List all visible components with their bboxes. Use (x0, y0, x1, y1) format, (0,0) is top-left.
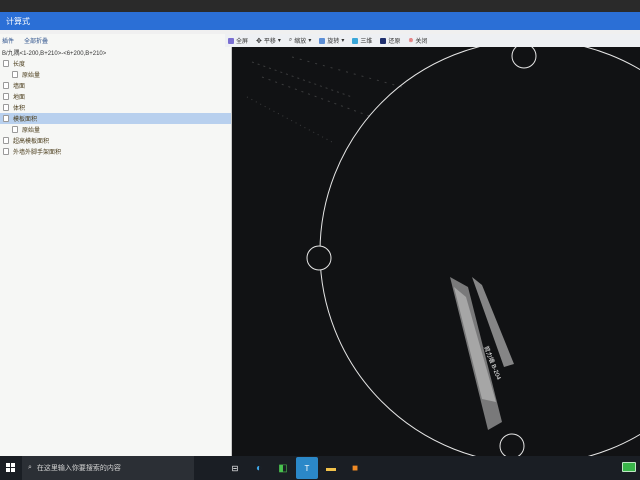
file-explorer-button[interactable]: ▬ (320, 457, 342, 479)
rotate-icon (319, 37, 326, 44)
windows-icon (6, 463, 15, 472)
app-button-t[interactable]: T (296, 457, 318, 479)
document-icon (3, 115, 9, 122)
app-button-green[interactable]: ◧ (272, 457, 294, 479)
tree-item[interactable]: 体积 (0, 102, 231, 113)
taskbar: ⌕ 在这里输入你要搜索的内容 ⊟ ◐ ◧ T ▬ ■ (0, 456, 640, 480)
tree-item[interactable]: 外墙外脚手架面积 (0, 146, 231, 157)
restore-icon (380, 37, 387, 44)
folder-icon: ▬ (326, 462, 336, 474)
pan-button[interactable]: ✥ 平移 ▾ (256, 36, 281, 46)
tree-item[interactable]: 墙面 (0, 80, 231, 91)
document-icon (3, 148, 9, 155)
tree-toolbar: 插件 全部折叠 (0, 34, 231, 46)
tree-item-label: 模板面积 (13, 117, 38, 123)
grip-left[interactable] (306, 245, 332, 271)
document-icon (12, 71, 18, 78)
chevron-down-icon: ▾ (308, 38, 312, 44)
tree-item-label: 原始量 (22, 128, 41, 134)
tree-item-label: 超高模板面积 (13, 139, 50, 145)
tray-indicator-icon[interactable] (622, 462, 636, 472)
screen-glare (246, 56, 403, 143)
view-toolbar: 全屏 ✥ 平移 ▾ ⌕ 缩放 ▾ 旋转 ▾ 三维 还原 ⊗ 关闭 (225, 34, 640, 47)
tree-item-label: 外墙外脚手架面积 (13, 150, 62, 156)
task-view-button[interactable]: ⊟ (224, 457, 246, 479)
fullscreen-button[interactable]: 全屏 (228, 36, 248, 45)
canvas-svg: 剪力墙 B-204 (246, 47, 640, 456)
chevron-down-icon: ▾ (277, 38, 281, 44)
tree-item-label: 墙面 (13, 84, 26, 90)
document-icon (12, 126, 18, 133)
tree-item[interactable]: 模板面积 (0, 113, 231, 124)
tree-item-label: 长度 (13, 62, 26, 68)
window-titlebar: 计算式 (0, 12, 640, 30)
tree-item-label: 地面 (13, 95, 26, 101)
screen: 计算式 插件 全部折叠 B/九隅<1-200,B+210>-<6+200,B+2… (0, 0, 640, 480)
document-icon (3, 104, 9, 111)
tree-item[interactable]: 地面 (0, 91, 231, 102)
restore-button[interactable]: 还原 (380, 36, 400, 45)
tree-pane: 插件 全部折叠 B/九隅<1-200,B+210>-<6+200,B+210> … (0, 34, 232, 456)
move-icon: ✥ (256, 37, 262, 45)
grip-top[interactable] (511, 47, 537, 69)
start-button[interactable] (0, 456, 22, 480)
app-icon-orange: ■ (351, 462, 359, 474)
tree-item-label: 体积 (13, 106, 26, 112)
formula-text: B/九隅<1-200,B+210>-<6+200,B+210> (2, 51, 107, 57)
tree-item[interactable]: 长度 (0, 58, 231, 69)
document-icon (3, 93, 9, 100)
close-button[interactable]: ⊗ 关闭 (408, 36, 427, 45)
app-icon-green: ◧ (278, 462, 288, 474)
task-view-icon: ⊟ (231, 463, 239, 473)
document-icon (3, 60, 9, 67)
collapse-all-button[interactable]: 全部折叠 (24, 36, 48, 45)
document-icon (3, 137, 9, 144)
chevron-down-icon: ▾ (341, 38, 345, 44)
search-icon: ⌕ (28, 464, 32, 471)
taskbar-search[interactable]: ⌕ 在这里输入你要搜索的内容 (22, 456, 194, 480)
edge-icon: ◐ (255, 462, 263, 474)
zoom-button[interactable]: ⌕ 缩放 ▾ (289, 36, 311, 45)
document-icon (3, 82, 9, 89)
drawing-canvas[interactable]: 剪力墙 B-204 (232, 47, 640, 456)
window-title: 计算式 (6, 17, 30, 26)
cube-icon (352, 37, 359, 44)
edge-app-button[interactable]: ◐ (248, 457, 270, 479)
magnifier-icon: ⌕ (288, 37, 293, 43)
app-button-orange[interactable]: ■ (344, 457, 366, 479)
t-app-icon: T (304, 463, 310, 473)
close-icon: ⊗ (408, 38, 414, 44)
tree-item-label: 原始量 (22, 73, 41, 79)
3d-button[interactable]: 三维 (352, 36, 372, 45)
fullscreen-icon (228, 37, 234, 44)
plugin-button[interactable]: 插件 (2, 36, 14, 45)
tree-list: 长度 原始量 墙面 地面 体积 模板面积 原始量 超高模板面积 外墙外脚手架面积 (0, 58, 231, 157)
grip-bottom[interactable] (499, 433, 525, 456)
tree-item[interactable]: 原始量 (0, 69, 231, 80)
tree-item[interactable]: 超高模板面积 (0, 135, 231, 146)
tree-item[interactable]: 原始量 (0, 124, 231, 135)
search-placeholder: 在这里输入你要搜索的内容 (36, 465, 121, 472)
rotate-button[interactable]: 旋转 ▾ (319, 36, 344, 45)
